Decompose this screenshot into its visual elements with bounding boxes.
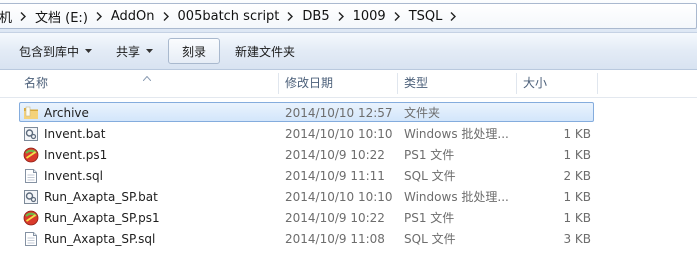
ps1-file-icon <box>23 147 39 163</box>
file-type: Windows 批处理... <box>404 127 509 141</box>
file-date: 2014/10/10 10:10 <box>285 127 393 141</box>
breadcrumb-item-batch-script[interactable]: 005batch script <box>172 4 285 28</box>
share-button[interactable]: 共享 <box>107 38 162 64</box>
file-type: PS1 文件 <box>404 211 455 225</box>
chevron-right-icon[interactable] <box>160 4 172 28</box>
column-divider[interactable] <box>597 73 598 94</box>
file-row-run-axapta-sql[interactable]: Run_Axapta_SP.sql 2014/10/9 11:08 SQL 文件… <box>19 228 594 248</box>
breadcrumb-item-1009[interactable]: 1009 <box>347 4 391 28</box>
file-name: Invent.ps1 <box>44 148 108 162</box>
breadcrumb-item-addon[interactable]: AddOn <box>105 4 160 28</box>
file-type: Windows 批处理... <box>404 190 509 204</box>
file-date: 2014/10/9 11:11 <box>285 169 385 183</box>
file-name: Run_Axapta_SP.sql <box>44 232 156 246</box>
file-date: 2014/10/10 10:10 <box>285 190 393 204</box>
include-in-library-label: 包含到库中 <box>19 44 80 59</box>
file-name: Archive <box>44 106 89 120</box>
breadcrumb-label: TSQL <box>408 8 443 24</box>
new-folder-label: 新建文件夹 <box>235 44 296 59</box>
file-row-archive[interactable]: Archive 2014/10/10 12:57 文件夹 <box>19 102 594 122</box>
column-header-name[interactable]: 名称 <box>18 70 278 97</box>
address-bar: 机 文档 (E:) AddOn 005batch script DB5 1009… <box>0 0 697 33</box>
chevron-right-icon[interactable] <box>284 4 296 28</box>
new-folder-button[interactable]: 新建文件夹 <box>226 38 304 64</box>
file-size: 1 KB <box>563 211 591 225</box>
file-type: 文件夹 <box>404 106 441 120</box>
column-header-date[interactable]: 修改日期 <box>279 70 397 97</box>
file-name: Run_Axapta_SP.ps1 <box>44 211 160 225</box>
batch-file-icon <box>23 126 39 142</box>
include-in-library-button[interactable]: 包含到库中 <box>10 38 101 64</box>
file-name: Invent.sql <box>44 169 103 183</box>
breadcrumb-item-db5[interactable]: DB5 <box>296 4 334 28</box>
breadcrumb-item-computer[interactable]: 机 <box>0 4 17 28</box>
breadcrumb-label: 005batch script <box>177 8 280 24</box>
file-size: 1 KB <box>563 127 591 141</box>
file-row-invent-sql[interactable]: Invent.sql 2014/10/9 11:11 SQL 文件 2 KB <box>19 165 594 185</box>
file-row-run-axapta-bat[interactable]: Run_Axapta_SP.bat 2014/10/10 10:10 Windo… <box>19 186 594 206</box>
chevron-right-icon[interactable] <box>447 4 459 28</box>
file-size: 1 KB <box>563 190 591 204</box>
breadcrumb-label: AddOn <box>110 8 155 24</box>
share-label: 共享 <box>116 44 141 59</box>
burn-label: 刻录 <box>182 44 207 59</box>
chevron-right-icon[interactable] <box>335 4 347 28</box>
sql-file-icon <box>23 231 39 247</box>
file-type: PS1 文件 <box>404 148 455 162</box>
breadcrumb-label: 1009 <box>352 8 386 24</box>
breadcrumb-label: 文档 (E:) <box>35 10 88 26</box>
ps1-file-icon <box>23 210 39 226</box>
file-date: 2014/10/9 10:22 <box>285 211 385 225</box>
file-row-invent-bat[interactable]: Invent.bat 2014/10/10 10:10 Windows 批处理.… <box>19 123 594 143</box>
file-name: Run_Axapta_SP.bat <box>44 190 158 204</box>
burn-button[interactable]: 刻录 <box>168 38 221 64</box>
file-type: SQL 文件 <box>404 169 456 183</box>
file-size <box>525 103 591 123</box>
breadcrumb-label: DB5 <box>302 8 330 24</box>
breadcrumb-item-drive[interactable]: 文档 (E:) <box>29 4 93 28</box>
file-row-run-axapta-ps1[interactable]: Run_Axapta_SP.ps1 2014/10/9 10:22 PS1 文件… <box>19 207 594 227</box>
sql-file-icon <box>23 168 39 184</box>
file-size: 1 KB <box>563 148 591 162</box>
file-row-invent-ps1[interactable]: Invent.ps1 2014/10/9 10:22 PS1 文件 1 KB <box>19 144 594 164</box>
breadcrumb-label: 机 <box>0 10 13 26</box>
column-header-size[interactable]: 大小 <box>517 70 597 97</box>
file-size: 3 KB <box>563 232 591 246</box>
file-size: 2 KB <box>563 169 591 183</box>
column-header-type[interactable]: 类型 <box>398 70 516 97</box>
breadcrumb-item-tsql[interactable]: TSQL <box>403 4 448 28</box>
chevron-right-icon[interactable] <box>391 4 403 28</box>
chevron-right-icon[interactable] <box>17 4 29 28</box>
chevron-right-icon[interactable] <box>93 4 105 28</box>
file-date: 2014/10/9 10:22 <box>285 148 385 162</box>
batch-file-icon <box>23 189 39 205</box>
file-type: SQL 文件 <box>404 232 456 246</box>
breadcrumb[interactable]: 机 文档 (E:) AddOn 005batch script DB5 1009… <box>0 3 697 29</box>
caret-down-icon <box>146 49 154 53</box>
folder-icon <box>23 105 39 121</box>
file-date: 2014/10/9 11:08 <box>285 232 385 246</box>
column-header-row: 名称 修改日期 类型 大小 <box>0 70 697 98</box>
caret-down-icon <box>85 49 93 53</box>
command-toolbar: 包含到库中 共享 刻录 新建文件夹 <box>0 33 697 70</box>
file-name: Invent.bat <box>44 127 106 141</box>
file-date: 2014/10/10 12:57 <box>285 106 393 120</box>
